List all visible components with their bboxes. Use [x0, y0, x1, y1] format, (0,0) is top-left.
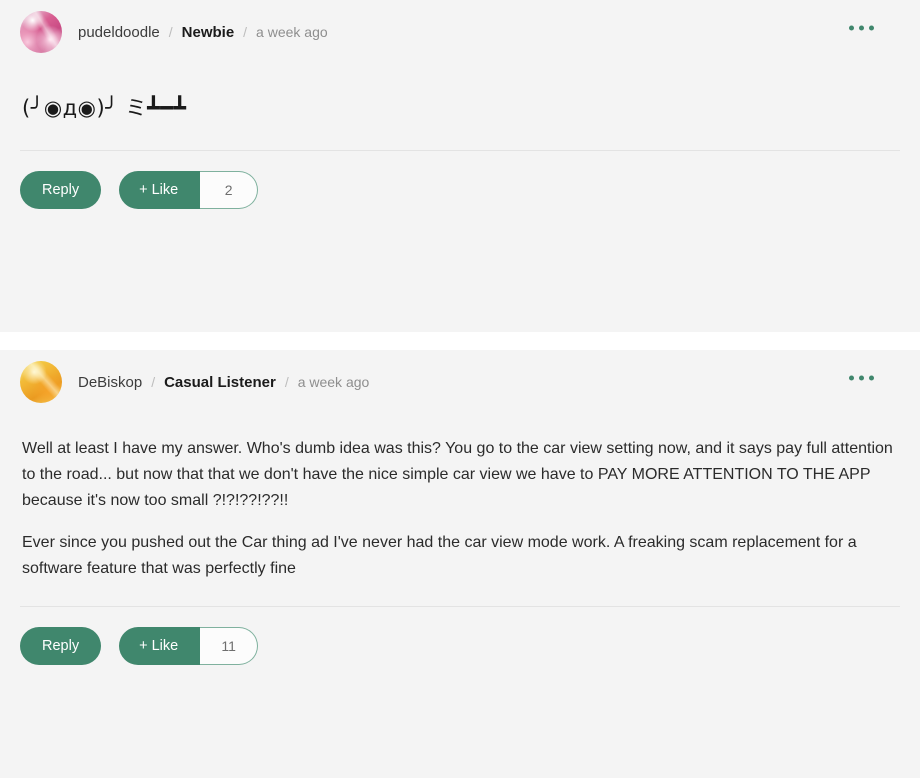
meta-separator: / [151, 373, 156, 390]
author-role: Casual Listener [164, 373, 276, 391]
post-body: (╯◉д◉)╯ ミ┻━┻ [20, 56, 900, 126]
post-meta: DeBiskop / Casual Listener / a week ago [78, 374, 369, 391]
ellipsis-icon[interactable] [843, 16, 880, 41]
meta-separator: / [168, 23, 173, 40]
ellipsis-dot [869, 375, 874, 381]
like-button[interactable]: + Like [119, 627, 201, 665]
post-header: DeBiskop / Casual Listener / a week ago [20, 350, 900, 406]
like-button[interactable]: + Like [119, 171, 201, 209]
forum-thread-page: pudeldoodle / Newbie / a week ago (╯◉д◉)… [0, 0, 920, 778]
ellipsis-icon[interactable] [843, 366, 880, 391]
post-header: pudeldoodle / Newbie / a week ago [20, 0, 900, 56]
like-group: + Like 2 [119, 171, 259, 209]
avatar[interactable] [20, 11, 62, 53]
ellipsis-dot [869, 25, 874, 31]
post-actions: Reply + Like 2 [20, 151, 900, 209]
reply-button[interactable]: Reply [20, 171, 102, 209]
like-group: + Like 11 [119, 627, 259, 665]
like-count[interactable]: 11 [200, 627, 259, 665]
like-count[interactable]: 2 [200, 171, 259, 209]
ellipsis-dot [859, 25, 864, 31]
reply-button[interactable]: Reply [20, 627, 102, 665]
ellipsis-dot [849, 25, 854, 31]
post-paragraph: Ever since you pushed out the Car thing … [22, 534, 857, 577]
avatar[interactable] [20, 361, 62, 403]
post-timestamp: a week ago [256, 23, 328, 40]
post-item: DeBiskop / Casual Listener / a week ago … [0, 350, 920, 778]
ellipsis-dot [849, 375, 854, 381]
author-role: Newbie [181, 23, 235, 41]
post-text-kaomoji: (╯◉д◉)╯ ミ┻━┻ [22, 96, 187, 120]
author-name[interactable]: pudeldoodle [78, 24, 160, 41]
post-paragraph: Well at least I have my answer. Who's du… [22, 440, 893, 509]
meta-separator: / [243, 23, 248, 40]
ellipsis-dot [859, 375, 864, 381]
meta-separator: / [284, 373, 289, 390]
post-timestamp: a week ago [297, 373, 370, 390]
post-item: pudeldoodle / Newbie / a week ago (╯◉д◉)… [0, 0, 920, 332]
post-meta: pudeldoodle / Newbie / a week ago [78, 24, 328, 41]
author-name[interactable]: DeBiskop [78, 374, 142, 391]
post-body: Well at least I have my answer. Who's du… [20, 406, 900, 582]
post-actions: Reply + Like 11 [20, 607, 900, 665]
